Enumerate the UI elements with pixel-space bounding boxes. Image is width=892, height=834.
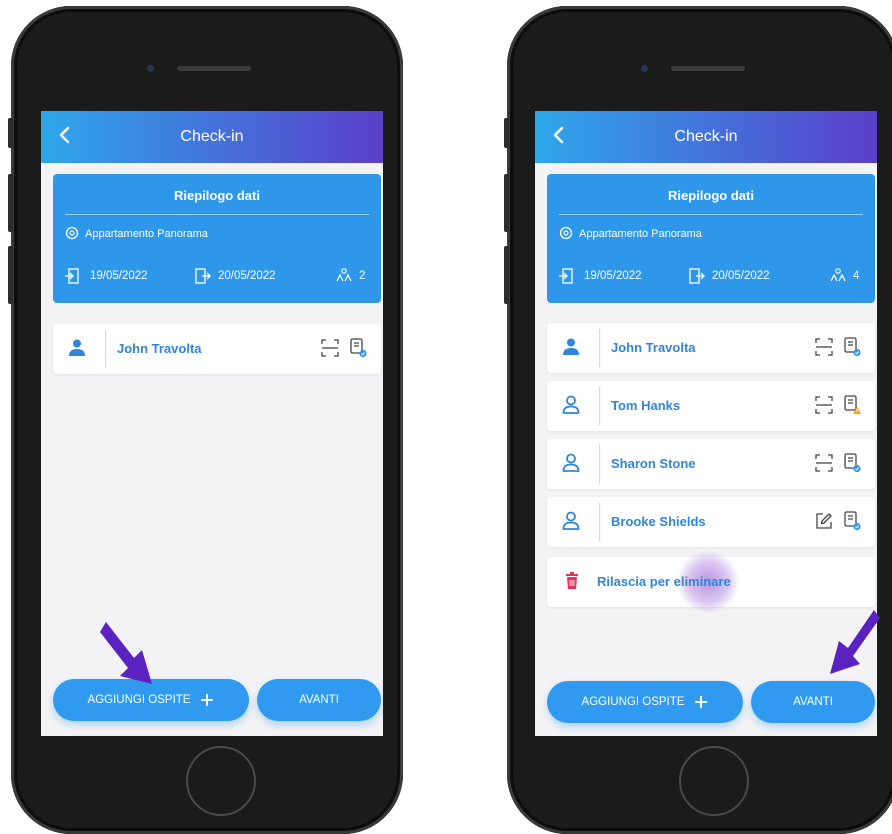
person-outline-icon: [562, 395, 580, 414]
summary-card: Riepilogo dati Appartamento Panorama 19/…: [547, 174, 875, 303]
guest-name: Tom Hanks: [611, 398, 681, 413]
home-button[interactable]: [679, 746, 749, 816]
add-guest-label: AGGIUNGI OSPITE: [87, 694, 191, 706]
app-bar: Check-in: [41, 111, 383, 163]
divider: [559, 214, 863, 215]
volume-up-button: [8, 174, 13, 232]
checkout-icon: [195, 268, 211, 284]
next-label: AVANTI: [793, 696, 833, 708]
annotation-arrow: [830, 610, 880, 674]
guest-name: Brooke Shields: [611, 514, 706, 529]
volume-down-button: [8, 246, 13, 304]
trash-icon: [566, 572, 578, 589]
phone-frame-left: Check-in Riepilogo dati Appartamento Pan…: [8, 6, 403, 834]
guest-name: John Travolta: [611, 340, 696, 355]
guest-row[interactable]: John Travolta: [547, 323, 875, 373]
document-ok-icon[interactable]: [843, 453, 861, 473]
app-screen: Check-in Riepilogo dati Appartamento Pan…: [41, 111, 383, 736]
mute-switch: [504, 118, 509, 148]
add-guest-button[interactable]: AGGIUNGI OSPITE: [547, 681, 743, 723]
phone-frame-right: Check-in Riepilogo dati Appartamento Pan…: [504, 6, 892, 834]
volume-down-button: [504, 246, 509, 304]
plus-icon: [201, 694, 214, 706]
remove-drop-zone[interactable]: Rilascia per eliminare: [547, 551, 875, 613]
summary-title: Riepilogo dati: [174, 188, 260, 203]
guests-icon: [336, 268, 352, 282]
remove-label: Rilascia per eliminare: [597, 574, 731, 589]
checkout-icon: [689, 268, 705, 284]
person-outline-icon: [562, 453, 580, 472]
location-icon: [65, 226, 79, 240]
mute-switch: [8, 118, 13, 148]
person-outline-icon: [562, 511, 580, 530]
summary-title: Riepilogo dati: [668, 188, 754, 203]
scan-icon[interactable]: [321, 339, 339, 357]
document-ok-icon[interactable]: [349, 338, 367, 358]
property-name: Appartamento Panorama: [85, 228, 208, 240]
home-button[interactable]: [186, 746, 256, 816]
guest-row[interactable]: John Travolta: [53, 324, 381, 374]
person-filled-icon: [69, 339, 85, 356]
document-warning-icon[interactable]: [843, 395, 861, 415]
guest-row[interactable]: Tom Hanks: [547, 381, 875, 431]
checkout-date: 20/05/2022: [218, 270, 276, 282]
divider: [105, 330, 106, 368]
scan-icon[interactable]: [815, 338, 833, 356]
speaker-grille: [177, 66, 251, 71]
divider: [599, 445, 600, 483]
guest-row[interactable]: Brooke Shields: [547, 497, 875, 547]
checkin-date: 19/05/2022: [90, 270, 148, 282]
divider: [599, 329, 600, 367]
divider: [599, 387, 600, 425]
next-button[interactable]: AVANTI: [751, 681, 875, 723]
document-ok-icon[interactable]: [843, 511, 861, 531]
next-label: AVANTI: [299, 694, 339, 706]
property-name: Appartamento Panorama: [579, 228, 702, 240]
guests-icon: [830, 268, 846, 282]
summary-card: Riepilogo dati Appartamento Panorama 19/…: [53, 174, 381, 303]
guest-name: John Travolta: [117, 341, 202, 356]
page-title: Check-in: [180, 128, 244, 145]
checkin-date: 19/05/2022: [584, 270, 642, 282]
scan-icon[interactable]: [815, 396, 833, 414]
scan-icon[interactable]: [815, 454, 833, 472]
speaker-grille: [671, 66, 745, 71]
front-camera: [641, 65, 648, 72]
guests-count: 4: [853, 270, 860, 282]
guest-name: Sharon Stone: [611, 456, 696, 471]
checkout-date: 20/05/2022: [712, 270, 770, 282]
person-filled-icon: [563, 338, 579, 355]
guest-row[interactable]: Sharon Stone: [547, 439, 875, 489]
app-bar: Check-in: [535, 111, 877, 163]
checkin-icon: [559, 268, 573, 284]
annotation-arrow: [100, 622, 152, 684]
add-guest-label: AGGIUNGI OSPITE: [581, 696, 685, 708]
edit-icon[interactable]: [815, 512, 833, 530]
next-button[interactable]: AVANTI: [257, 679, 381, 721]
divider: [599, 503, 600, 541]
checkin-icon: [65, 268, 79, 284]
divider: [65, 214, 369, 215]
front-camera: [147, 65, 154, 72]
location-icon: [559, 226, 573, 240]
document-ok-icon[interactable]: [843, 337, 861, 357]
guests-count: 2: [359, 270, 366, 282]
page-title: Check-in: [674, 128, 738, 145]
volume-up-button: [504, 174, 509, 232]
plus-icon: [695, 696, 708, 708]
